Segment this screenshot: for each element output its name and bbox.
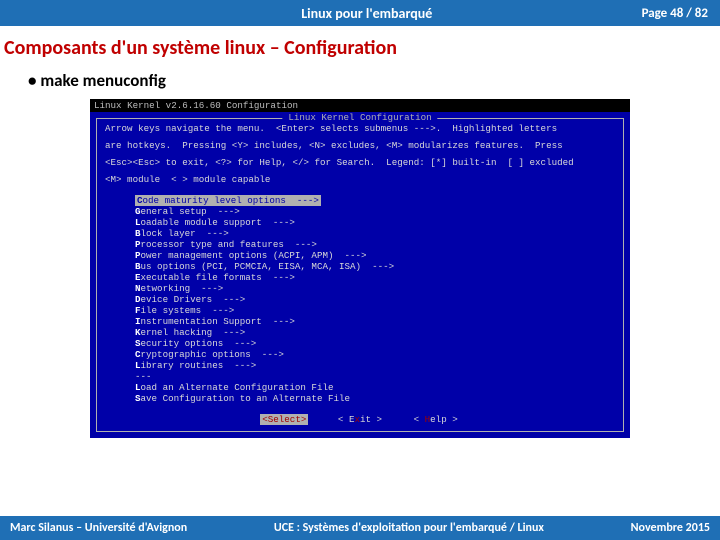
page-number: Page 48 / 82 [642, 6, 708, 21]
help-line-2: are hotkeys. Pressing <Y> includes, <N> … [105, 140, 615, 151]
menu-item[interactable]: Power management options (ACPI, APM) ---… [135, 250, 615, 261]
menu-item[interactable]: Kernel hacking ---> [135, 327, 615, 338]
menu-item[interactable]: Code maturity level options ---> [135, 195, 321, 206]
menu-item[interactable]: General setup ---> [135, 206, 615, 217]
footer-left: Marc Silanus – Université d'Avignon [10, 521, 187, 535]
menu-list: Code maturity level options --->General … [105, 195, 615, 372]
help-line-4: <M> module < > module capable [105, 174, 615, 185]
menu-item[interactable]: Processor type and features ---> [135, 239, 615, 250]
menu-item[interactable]: Cryptographic options ---> [135, 349, 615, 360]
box-title: Linux Kernel Configuration [282, 112, 437, 123]
button-row: <Select> < Exit > < Help > [105, 414, 615, 425]
terminal-title: Linux Kernel v2.6.16.60 Configuration [90, 99, 630, 112]
select-button[interactable]: <Select> [260, 414, 308, 425]
menuconfig-box: Linux Kernel Configuration Arrow keys na… [96, 118, 624, 433]
menu-item[interactable]: Executable file formats ---> [135, 272, 615, 283]
menu-load-alt[interactable]: Load an Alternate Configuration File [135, 382, 615, 393]
menu-item[interactable]: Instrumentation Support ---> [135, 316, 615, 327]
menu-item[interactable]: Block layer ---> [135, 228, 615, 239]
header-title: Linux pour l'embarqué [92, 5, 642, 22]
menu-item[interactable]: Library routines ---> [135, 360, 615, 371]
menu-item[interactable]: File systems ---> [135, 305, 615, 316]
menu-save-alt[interactable]: Save Configuration to an Alternate File [135, 393, 615, 404]
footer-right: Novembre 2015 [631, 521, 710, 535]
menu-item[interactable]: Security options ---> [135, 338, 615, 349]
bullet-make-menuconfig: make menuconfig [0, 66, 720, 99]
help-line-1: Arrow keys navigate the menu. <Enter> se… [105, 123, 615, 134]
screenshot: Linux Kernel v2.6.16.60 Configuration Li… [90, 99, 630, 438]
header-bar: Linux pour l'embarqué Page 48 / 82 [0, 0, 720, 26]
menu-item[interactable]: Loadable module support ---> [135, 217, 615, 228]
menu-separator: --- [135, 371, 615, 382]
slide-heading: Composants d'un système linux – Configur… [0, 26, 720, 66]
exit-button[interactable]: < Exit > [336, 414, 384, 425]
menu-item[interactable]: Networking ---> [135, 283, 615, 294]
footer-mid: UCE : Systèmes d'exploitation pour l'emb… [187, 521, 630, 535]
menuconfig-frame: Linux Kernel Configuration Arrow keys na… [90, 112, 630, 439]
menu-item[interactable]: Bus options (PCI, PCMCIA, EISA, MCA, ISA… [135, 261, 615, 272]
help-button[interactable]: < Help > [412, 414, 460, 425]
footer-bar: Marc Silanus – Université d'Avignon UCE … [0, 516, 720, 540]
help-line-3: <Esc><Esc> to exit, <?> for Help, </> fo… [105, 157, 615, 168]
menu-item[interactable]: Device Drivers ---> [135, 294, 615, 305]
